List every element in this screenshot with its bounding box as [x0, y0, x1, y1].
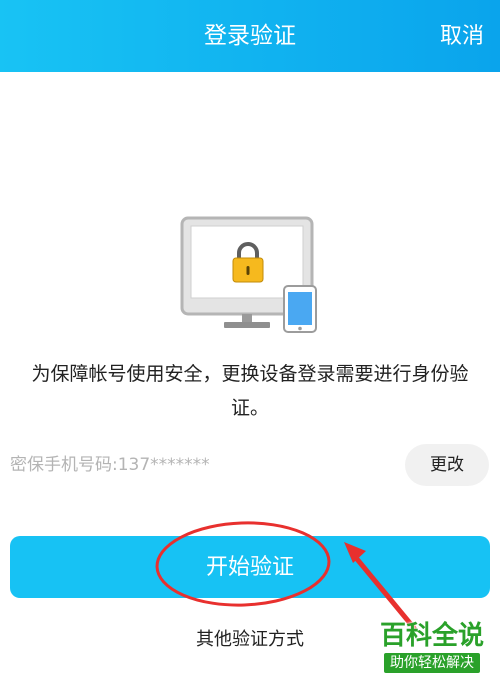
cancel-button[interactable]: 取消: [440, 0, 484, 72]
page-title: 登录验证: [204, 23, 296, 49]
header-bar: 登录验证 取消: [0, 0, 500, 72]
watermark-sub-text: 助你轻松解决: [384, 653, 480, 673]
change-phone-button[interactable]: 更改: [405, 444, 489, 486]
login-verification-screen: 登录验证 取消 为保障帐号使用安全，更换设备登录需要进行身份验证。 密保手机号码…: [0, 0, 500, 688]
verification-message: 为保障帐号使用安全，更换设备登录需要进行身份验证。: [31, 363, 469, 419]
monitor-lock-icon: [180, 216, 320, 334]
start-verification-button[interactable]: 开始验证: [10, 536, 490, 598]
bound-phone-label: 密保手机号码:137*******: [10, 455, 210, 475]
other-verification-methods-link[interactable]: 其他验证方式: [0, 624, 500, 656]
